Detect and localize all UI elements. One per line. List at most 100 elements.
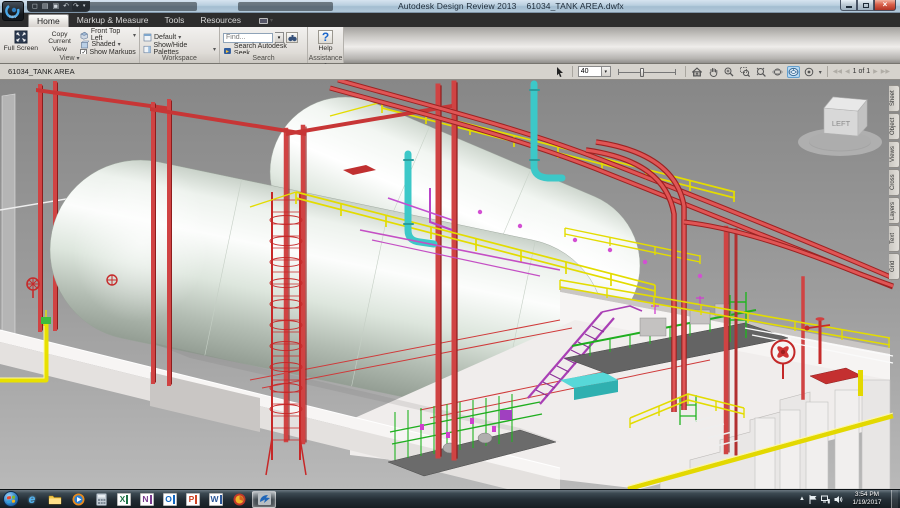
taskbar-onenote[interactable]: N: [137, 491, 157, 508]
ribbon-empty-area: [344, 27, 900, 63]
show-desktop-button[interactable]: [891, 490, 898, 508]
tab-home[interactable]: Home: [28, 14, 69, 27]
zoom-dropdown-button[interactable]: ▾: [602, 66, 611, 77]
steering-wheel-icon[interactable]: [787, 66, 800, 78]
application-window: Autodesk Design Review 2013 61034_TANK AR…: [0, 0, 900, 508]
show-hide-palettes-button[interactable]: Show/Hide Palettes: [143, 45, 216, 53]
palette-tab-object-properties[interactable]: Object Properties: [889, 113, 900, 140]
onenote-icon: N: [140, 493, 154, 506]
application-menu-button[interactable]: REV: [2, 1, 24, 21]
taskbar-app-colored[interactable]: [229, 491, 249, 508]
word-icon: W: [209, 493, 223, 506]
background-window-ghost: [72, 2, 197, 11]
background-panel: [2, 94, 15, 348]
full-navigation-wheel-icon[interactable]: [803, 66, 816, 78]
search-autodesk-seek-button[interactable]: Search Autodesk Seek: [223, 46, 304, 54]
taskbar-calculator[interactable]: [91, 491, 111, 508]
model-3d-scene[interactable]: LEFT: [0, 80, 900, 489]
zoom-window-icon[interactable]: [739, 66, 752, 78]
first-page-icon[interactable]: ◀◀: [833, 68, 842, 75]
palette-tab-views[interactable]: Views: [889, 141, 900, 168]
show-hidden-icons[interactable]: ▲: [799, 496, 805, 502]
taskbar-outlook[interactable]: O: [160, 491, 180, 508]
minimize-button[interactable]: [840, 0, 857, 11]
design-review-taskbar-icon: [257, 492, 272, 506]
app-title: Autodesk Design Review 2013: [398, 1, 516, 11]
taskbar-clock[interactable]: 3:54 PM 1/19/2017: [847, 491, 887, 508]
action-center-flag-icon[interactable]: [809, 495, 817, 504]
ribbon-group-assistance: ? Help Assistance: [308, 27, 344, 63]
zoom-slider[interactable]: [614, 66, 680, 78]
taskbar-powerpoint[interactable]: P: [183, 491, 203, 508]
maximize-button[interactable]: [857, 0, 874, 11]
volume-icon[interactable]: [834, 495, 843, 504]
front-top-left-button[interactable]: Front Top Left: [80, 31, 136, 39]
design-review-logo-icon: REV: [5, 3, 21, 19]
taskbar-excel[interactable]: X: [114, 491, 134, 508]
screencast-menu[interactable]: [259, 14, 273, 27]
save-icon[interactable]: ▤: [42, 3, 49, 10]
taskbar: e X N O P W: [0, 489, 900, 508]
zoom-tool-icon[interactable]: [723, 66, 736, 78]
full-screen-button[interactable]: Full Screen: [3, 29, 39, 53]
previous-page-icon[interactable]: ◀: [845, 68, 850, 75]
default-workspace-label: Default: [154, 34, 176, 41]
workspace-group-label: Workspace: [140, 54, 219, 63]
find-input[interactable]: [223, 33, 273, 43]
close-icon: ×: [883, 1, 888, 9]
qat-menu-icon[interactable]: ▾: [83, 4, 86, 9]
orbit-tool-icon[interactable]: [771, 66, 784, 78]
palette-tab-text-data[interactable]: Text Data: [889, 225, 900, 252]
open-icon[interactable]: ◻: [32, 3, 38, 10]
full-screen-icon: [14, 30, 28, 44]
ribbon-group-view: Full Screen Copy Current View Front Top …: [0, 27, 140, 63]
find-dropdown-button[interactable]: ▾: [275, 32, 284, 43]
shaded-button[interactable]: Shaded: [80, 40, 136, 48]
next-page-icon[interactable]: ▶: [873, 68, 878, 75]
help-icon: ?: [318, 30, 333, 44]
select-tool-icon[interactable]: [554, 66, 567, 78]
find-button[interactable]: [286, 32, 298, 43]
pan-tool-icon[interactable]: [707, 66, 720, 78]
palette-tab-cross-sections[interactable]: Cross Sections: [889, 169, 900, 196]
zoom-fit-icon[interactable]: [755, 66, 768, 78]
help-button[interactable]: ? Help: [311, 29, 340, 53]
tab-markup-measure[interactable]: Markup & Measure: [69, 14, 157, 27]
taskbar-design-review[interactable]: [252, 491, 276, 508]
close-button[interactable]: ×: [874, 0, 896, 11]
taskbar-windows-explorer[interactable]: [45, 491, 65, 508]
start-button[interactable]: [3, 491, 19, 507]
view-group-label[interactable]: View: [0, 54, 139, 63]
window-title: Autodesk Design Review 201361034_TANK AR…: [398, 1, 624, 11]
home-view-icon[interactable]: [691, 66, 704, 78]
network-icon[interactable]: [821, 495, 830, 504]
separator: [685, 66, 686, 77]
document-tab[interactable]: 61034_TANK AREA: [8, 67, 75, 76]
default-workspace-button[interactable]: Default: [143, 33, 216, 41]
chevron-down-icon: [133, 32, 136, 39]
taskbar-media-player[interactable]: [68, 491, 88, 508]
tab-tools[interactable]: Tools: [157, 14, 193, 27]
palette-tab-grid-data[interactable]: Grid Data: [889, 253, 900, 280]
taskbar-word[interactable]: W: [206, 491, 226, 508]
tab-resources[interactable]: Resources: [192, 14, 249, 27]
palette-tab-layers[interactable]: Layers: [889, 197, 900, 224]
outlook-icon: O: [163, 493, 177, 506]
ribbon-group-search: ▾ Search Autodesk Seek S: [220, 27, 308, 63]
viewcube-face-label[interactable]: LEFT: [832, 119, 851, 128]
last-page-icon[interactable]: ▶▶: [881, 68, 890, 75]
redo-icon[interactable]: ↷: [73, 3, 79, 10]
copy-current-view-button[interactable]: Copy Current View: [42, 29, 78, 53]
chevron-down-icon[interactable]: [819, 67, 822, 76]
taskbar-internet-explorer[interactable]: e: [22, 491, 42, 508]
workspace-icon: [143, 33, 152, 42]
slider-thumb[interactable]: [640, 68, 644, 77]
undo-icon[interactable]: ↶: [63, 3, 69, 10]
model-viewport[interactable]: LEFT Sheet Properties Object Properties …: [0, 80, 900, 489]
zoom-value-input[interactable]: [578, 66, 602, 77]
palette-tab-sheet-properties[interactable]: Sheet Properties: [889, 85, 900, 112]
ribbon-tab-row: Home Markup & Measure Tools Resources: [0, 13, 900, 27]
print-icon[interactable]: ▣: [52, 3, 59, 10]
slider-tick: [675, 69, 676, 75]
chevron-down-icon: [213, 46, 216, 53]
